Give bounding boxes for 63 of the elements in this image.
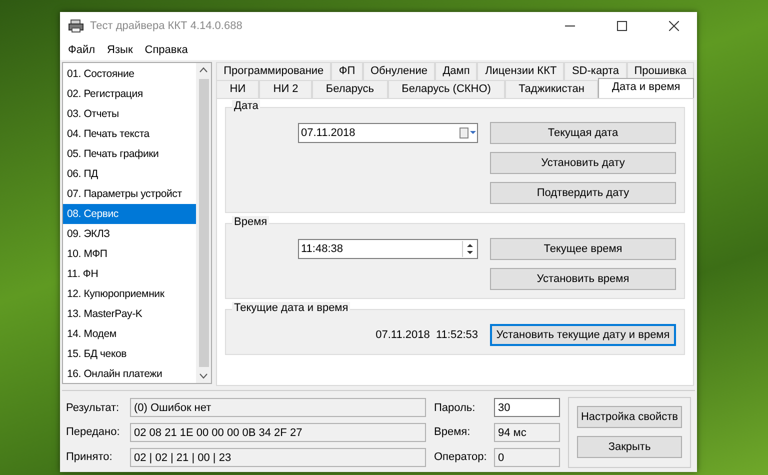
field-label: Время: [434,426,472,438]
action-button[interactable]: Установить дату [490,152,676,174]
menu-item[interactable]: Файл [62,44,102,56]
readonly-field: (0) Ошибок нет [130,398,426,418]
tab[interactable]: Обнуление [362,62,436,80]
action-button[interactable]: Текущее время [490,238,676,260]
date-picker[interactable]: 07.11.2018 [298,123,478,143]
printer-icon [68,19,84,33]
sidebar-item[interactable]: 14. Модем [63,324,196,344]
tab[interactable]: SD-карта [564,62,627,80]
tab[interactable]: ФП [331,62,363,80]
readonly-field: 02 08 21 1E 00 00 00 0B 34 2F 27 [130,422,426,442]
sidebar-item[interactable]: 13. MasterPay-K [63,304,196,324]
action-button[interactable]: Текущая дата [490,122,676,144]
sidebar-item[interactable]: 07. Параметры устройст [63,184,196,204]
tab[interactable]: НИ [216,80,260,98]
sidebar-item[interactable]: 10. МФП [63,244,196,264]
action-button[interactable]: Установить время [490,268,676,290]
window-title: Тест драйвера ККТ 4.14.0.688 [90,20,244,32]
tab[interactable]: Беларусь [312,80,388,98]
input-field[interactable]: 30 [494,398,560,418]
sidebar-item[interactable]: 02. Регистрация [63,84,196,104]
field-label: Принято: [66,451,114,464]
dialog-button[interactable]: Закрыть [577,436,682,458]
sidebar-item[interactable]: 16. Онлайн платежи [63,364,196,384]
sidebar-item[interactable]: 05. Печать графики [63,144,196,164]
readonly-field: 02 | 02 | 21 | 00 | 23 [130,448,426,467]
sidebar-item[interactable]: 06. ПД [63,164,196,184]
maximize-icon[interactable] [617,21,627,31]
field-label: Пароль: [434,402,476,414]
sidebar-item[interactable]: 12. Купюроприемник [63,284,196,304]
action-button[interactable]: Установить текущие дату и время [490,324,676,346]
current-datetime-text: 07.11.2018 11:52:53 [374,329,478,341]
field-label: Передано: [66,426,121,438]
menu-item[interactable]: Язык [101,44,139,56]
group-title: Время [232,216,270,228]
sidebar-item[interactable]: 03. Отчеты [63,104,196,124]
tab[interactable]: Дата и время [598,78,694,98]
sidebar-item[interactable]: 09. ЭКЛЗ [63,224,196,244]
calendar-dropdown-icon[interactable] [459,127,477,139]
group-title: Дата [232,100,260,112]
tab[interactable]: Дамп [435,62,478,80]
sidebar-item[interactable]: 15. БД чеков [63,344,196,364]
group-title: Текущие дата и время [232,302,350,314]
sidebar-item[interactable]: 08. Сервис [63,204,196,224]
readonly-field: 0 [494,448,560,467]
tab[interactable]: НИ 2 [259,80,312,98]
sidebar-item[interactable]: 11. ФН [63,264,196,284]
readonly-field: 94 мс [494,422,560,442]
field-label: Результат: [66,402,120,414]
sidebar-item[interactable]: 01. Состояние [63,64,196,84]
menu-item[interactable]: Справка [138,44,194,56]
close-icon[interactable] [669,21,679,31]
tab[interactable]: Лицензии ККТ [477,62,564,80]
action-button[interactable]: Подтвердить дату [490,182,676,204]
scrollbar-thumb[interactable] [198,79,208,367]
tab[interactable]: Таджикистан [504,80,598,98]
tab[interactable]: Программирование [216,62,332,80]
time-field[interactable]: 11:48:38 [298,239,478,259]
dialog-button[interactable]: Настройка свойств [577,406,682,428]
tab[interactable]: Беларусь (СКНО) [388,80,505,98]
field-label: Оператор: [434,451,488,464]
sidebar-item[interactable]: 04. Печать текста [63,124,196,144]
